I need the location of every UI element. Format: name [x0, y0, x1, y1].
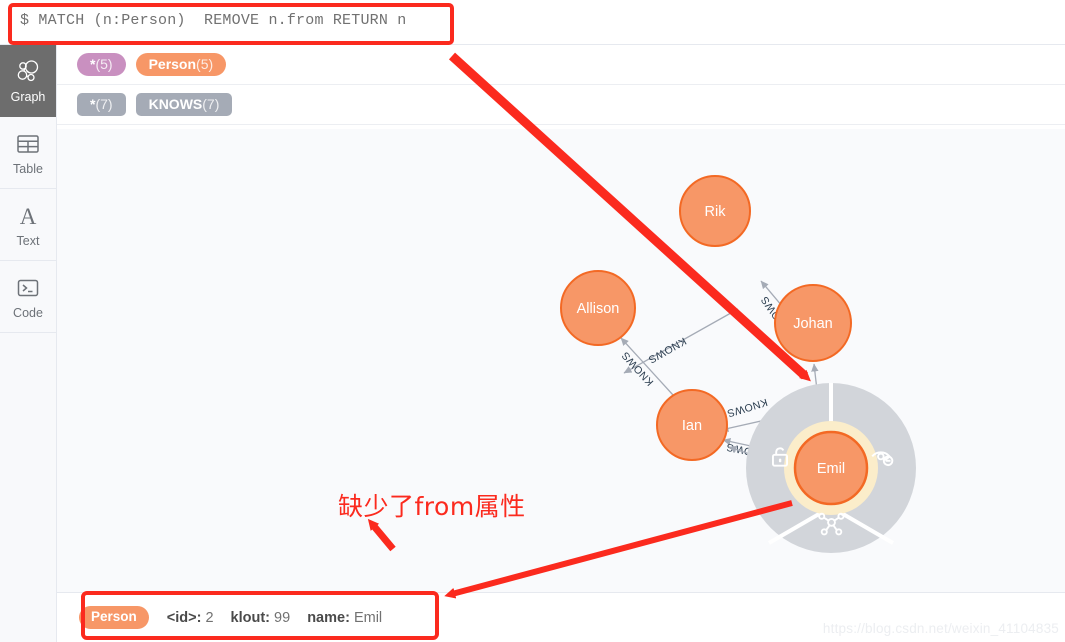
sidebar-item-table-label: Table — [13, 162, 43, 177]
query-bar[interactable]: $ MATCH (n:Person) REMOVE n.from RETURN … — [0, 0, 1065, 45]
sidebar-item-code[interactable]: Code — [0, 261, 56, 333]
legend-chip-person-name: Person — [148, 56, 197, 72]
graph-node-emil[interactable]: Emil — [793, 430, 869, 506]
sidebar-item-text[interactable]: A Text — [0, 189, 56, 261]
legend-chip-knows-name: KNOWS — [148, 96, 203, 112]
graph-node-allison-caption: Allison — [577, 301, 620, 317]
property-klout: klout: 99 — [231, 610, 291, 626]
nodes-group: Rik Allison Johan Ian Emil — [560, 175, 869, 506]
legend-panel: * (5) Person (5) * (7) KNOWS (7) — [57, 45, 1065, 125]
property-name-value: Emil — [353, 609, 383, 626]
legend-chip-all-nodes[interactable]: * (5) — [77, 53, 126, 76]
neo4j-browser-result-frame: $ MATCH (n:Person) REMOVE n.from RETURN … — [0, 0, 1065, 642]
code-terminal-icon — [16, 273, 40, 303]
svg-text:KNOWS: KNOWS — [646, 335, 688, 366]
graph-node-ian-caption: Ian — [682, 418, 702, 434]
svg-text:A: A — [20, 204, 37, 228]
table-icon — [16, 129, 40, 159]
legend-chip-all-rels-count: (7) — [95, 96, 113, 112]
legend-chip-all-nodes-count: (5) — [95, 56, 113, 72]
svg-text:KNOWS: KNOWS — [725, 396, 768, 420]
query-text[interactable]: $ MATCH (n:Person) REMOVE n.from RETURN … — [20, 12, 406, 29]
legend-chip-person-count: (5) — [196, 56, 214, 72]
sidebar-item-text-label: Text — [16, 234, 40, 249]
sidebar-item-code-label: Code — [13, 306, 43, 321]
graph-node-johan-caption: Johan — [793, 316, 833, 332]
property-name: name: Emil — [307, 610, 382, 626]
property-id: <id>: 2 — [167, 610, 214, 626]
property-id-value: 2 — [205, 609, 214, 626]
legend-row-relationships: * (7) KNOWS (7) — [57, 85, 1065, 125]
sidebar-item-table[interactable]: Table — [0, 117, 56, 189]
sidebar-item-graph-label: Graph — [10, 90, 46, 105]
text-a-icon: A — [16, 201, 40, 231]
legend-chip-knows[interactable]: KNOWS (7) — [135, 93, 233, 116]
property-klout-key: klout: — [230, 609, 271, 626]
graph-node-rik[interactable]: Rik — [679, 175, 751, 247]
graph-canvas[interactable]: KNOWS KNOWS KNOWS — [57, 129, 1065, 592]
property-klout-value: 99 — [274, 609, 291, 626]
legend-chip-person[interactable]: Person (5) — [135, 53, 227, 76]
sidebar-item-graph[interactable]: Graph — [0, 45, 56, 117]
graph-icon — [15, 57, 41, 87]
graph-node-ian[interactable]: Ian — [656, 389, 728, 461]
graph-svg[interactable]: KNOWS KNOWS KNOWS — [57, 129, 1065, 592]
graph-node-johan[interactable]: Johan — [774, 284, 852, 362]
property-id-key: <id>: — [166, 609, 202, 626]
graph-node-rik-caption: Rik — [705, 204, 727, 220]
watermark-text: https://blog.csdn.net/weixin_41104835 — [822, 621, 1059, 636]
graph-node-allison[interactable]: Allison — [560, 270, 636, 346]
property-name-key: name: — [307, 609, 350, 626]
sidebar-filler — [0, 333, 56, 642]
view-mode-sidebar: Graph Table A Text Code — [0, 45, 57, 642]
status-badge[interactable]: Person — [79, 606, 149, 629]
graph-node-emil-caption: Emil — [817, 461, 845, 477]
legend-chip-all-rels[interactable]: * (7) — [77, 93, 126, 116]
legend-row-nodes: * (5) Person (5) — [57, 45, 1065, 85]
legend-chip-knows-count: (7) — [202, 96, 220, 112]
